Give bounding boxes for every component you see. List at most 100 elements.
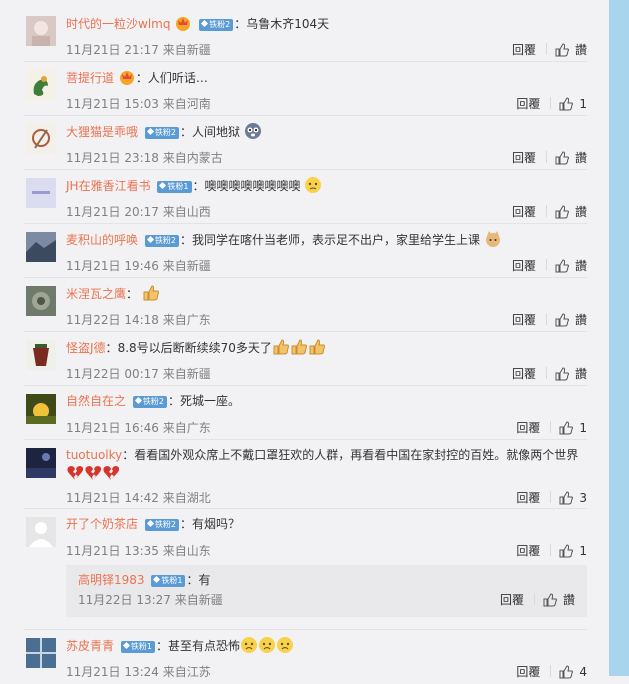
comment-time: 11月22日 00:17 [66,367,159,381]
comment-location: 来自新疆 [162,259,211,273]
comment-location: 来自山西 [162,205,211,219]
comment-author[interactable]: 时代的一粒沙wlmq [66,17,170,31]
like-count: 讚 [574,313,587,327]
worried-face-icon [240,636,258,654]
avatar[interactable] [26,286,56,316]
reply-button[interactable]: 回覆 [516,491,540,505]
avatar[interactable] [26,517,56,547]
avatar[interactable] [26,16,56,46]
reply-button[interactable]: 回覆 [512,205,536,219]
comment-location: 来自广东 [162,421,211,435]
like-icon[interactable] [559,421,574,440]
like-icon[interactable] [559,491,574,510]
like-count: 3 [579,491,587,505]
comment-author[interactable]: 大狸猫是乖哦 [66,125,138,139]
comment-author[interactable]: 怪盗J德 [66,341,106,355]
avatar[interactable] [26,448,56,478]
reply-text: 有 [198,573,211,587]
comment-text: 死城一座。 [179,394,240,408]
sub-reply: 高明铎1983 铁粉1 ：有 11月22日 13:27 来自新疆 回覆讚 [66,565,587,617]
comment-item: 菩提行道 ：人们听话… 11月21日 15:03 来自河南 回覆 1 [24,62,587,116]
comment-location: 来自湖北 [162,491,211,505]
comment-location: 来自江苏 [162,665,211,679]
comment-text: 甚至有点恐怖 [167,639,240,653]
comment-time: 11月21日 21:17 [66,43,159,57]
reply-author[interactable]: 高明铎1983 [78,573,145,587]
comment-item: 苏皮青青 铁粉1 ：甚至有点恐怖 11月21日 13:24 来自江苏 回覆 4 [24,630,587,683]
comment-time: 11月21日 14:42 [66,491,159,505]
comment-text: 有烟吗？ [191,517,240,531]
fan-badge: 铁粉2 [132,396,167,408]
like-count: 讚 [574,151,587,165]
comment-author[interactable]: JH在雅香江看书 [66,179,151,193]
reply-button[interactable]: 回覆 [516,421,540,435]
reply-button[interactable]: 回覆 [512,259,536,273]
like-icon[interactable] [555,151,569,170]
comment-author[interactable]: 自然自在之 [66,394,126,408]
comment-text: 我同学在喀什当老师，表示足不出户，家里给学生上课 [191,233,480,247]
reply-button[interactable]: 回覆 [516,665,540,679]
comment-author[interactable]: 苏皮青青 [66,639,114,653]
reply-button[interactable]: 回覆 [516,97,540,111]
reply-button[interactable]: 回覆 [512,151,536,165]
comment-author[interactable]: tuotuolky [66,448,122,462]
thumbs-up-icon [272,338,290,356]
reply-button[interactable]: 回覆 [512,367,536,381]
comment-item: 麦积山的呼唤 铁粉2 ：我同学在喀什当老师，表示足不出户，家里给学生上课 11月2… [24,224,587,278]
comment-author[interactable]: 麦积山的呼唤 [66,233,138,247]
like-icon[interactable] [555,367,569,386]
comment-text: 乌鲁木齐104天 [246,17,330,31]
avatar[interactable] [26,232,56,262]
broken-heart-icon [84,464,102,482]
like-count: 4 [579,665,587,679]
avatar[interactable] [26,340,56,370]
reply-button[interactable]: 回覆 [512,313,536,327]
reply-button[interactable]: 回覆 [500,593,524,607]
fan-badge: 铁粉2 [144,519,179,531]
like-icon[interactable] [555,259,569,278]
like-count: 讚 [574,43,587,57]
comment-author[interactable]: 米涅瓦之鹰 [66,287,126,301]
avatar[interactable] [26,394,56,424]
like-icon[interactable] [555,205,569,224]
like-count: 讚 [574,367,587,381]
comment-time: 11月21日 20:17 [66,205,159,219]
comment-item: JH在雅香江看书 铁粉1 ：噢噢噢噢噢噢噢噢 11月21日 20:17 来自山西 … [24,170,587,224]
comment-item: 大狸猫是乖哦 铁粉2 ：人间地狱 11月21日 23:18 来自内蒙古 回覆讚 [24,116,587,170]
reply-button[interactable]: 回覆 [516,544,540,558]
avatar[interactable] [26,124,56,154]
broken-heart-icon [66,464,84,482]
like-count: 1 [579,421,587,435]
comment-author[interactable]: 菩提行道 [66,71,114,85]
reply-location: 来自新疆 [174,593,223,607]
like-icon[interactable] [559,665,574,684]
comment-location: 来自山东 [162,544,211,558]
comment-location: 来自新疆 [162,43,211,57]
thumbs-up-icon [308,338,326,356]
like-icon[interactable] [559,544,574,563]
like-icon[interactable] [555,313,569,332]
comment-location: 来自内蒙古 [162,151,223,165]
fan-badge: 铁粉2 [144,127,179,139]
avatar[interactable] [26,70,56,100]
crown-icon [174,14,192,32]
avatar[interactable] [26,178,56,208]
comment-author[interactable]: 开了个奶茶店 [66,517,138,531]
comment-location: 来自新疆 [162,367,211,381]
comment-text: 人间地狱 [191,125,240,139]
fan-badge: 铁粉1 [151,575,186,587]
like-icon[interactable] [555,43,569,62]
reply-button[interactable]: 回覆 [512,43,536,57]
avatar[interactable] [26,638,56,668]
comment-panel: 时代的一粒沙wlmq 铁粉2 ：乌鲁木齐104天 11月21日 21:17 来自新… [0,0,609,679]
like-icon[interactable] [543,593,557,612]
comment-location: 来自河南 [162,97,211,111]
comment-item: 自然自在之 铁粉2 ：死城一座。 11月21日 16:46 来自广东 回覆 1 [24,386,587,440]
fan-badge: 铁粉2 [199,19,234,31]
like-icon[interactable] [559,97,574,116]
comment-time: 11月22日 14:18 [66,313,159,327]
worried-face-icon [276,636,294,654]
comment-time: 11月21日 19:46 [66,259,159,273]
like-count: 讚 [574,259,587,273]
comment-list: 时代的一粒沙wlmq 铁粉2 ：乌鲁木齐104天 11月21日 21:17 来自新… [0,8,609,683]
